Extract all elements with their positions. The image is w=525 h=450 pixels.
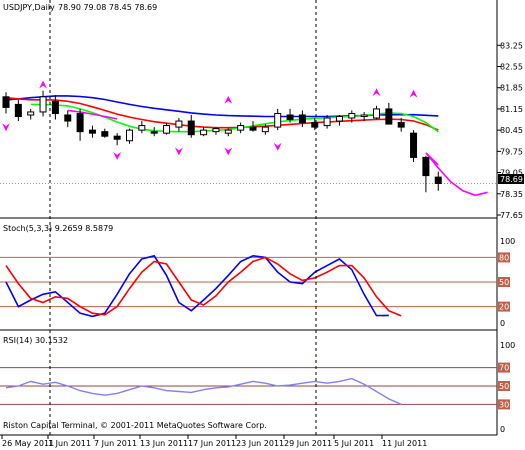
rsi-panel: RSI(14) 30.1532 70 50 30 100 0 Riston Capit… [0, 336, 515, 434]
time-tick-label: 29 Jun 2011 [284, 439, 332, 448]
time-tick-label: 17 Jun 2011 [188, 439, 236, 448]
stoch-level-label: 20 [499, 303, 509, 312]
candle-body-up [360, 114, 368, 117]
candle-body-up [335, 116, 343, 122]
candle-body-up [27, 111, 35, 116]
price-tick-label: 82.55 [500, 62, 523, 71]
price-panel: USDJPY,Daily 78.90 79.08 78.45 78.69 83.… [0, 3, 524, 220]
candle-body-down [286, 114, 294, 121]
price-panel-title: USDJPY,Daily [3, 3, 55, 12]
candle-body-up [175, 120, 183, 128]
time-tick-label: 1 Jun 2011 [48, 439, 91, 448]
stoch-tick-100: 100 [500, 237, 515, 246]
fractal-up-marker [372, 88, 381, 97]
stochastic-panel: Stoch(5,3,3) 9.2659 8.5879 80 50 20 100 0 [0, 224, 515, 328]
time-axis-ticks: 26 May 20111 Jun 2011 7 Jun 2011 13 Jun 20… [1, 435, 427, 448]
candle-body-down [410, 132, 418, 158]
fractal-down-marker [273, 142, 282, 151]
rsi-level-label: 70 [499, 364, 509, 373]
candle-body-down [88, 129, 96, 134]
price-panel-ohlc: 78.90 79.08 78.45 78.69 [58, 3, 157, 12]
candle-body-up [323, 117, 331, 127]
candle-body-up [163, 125, 171, 134]
fractal-down-marker [113, 151, 122, 160]
rsi-tick-0: 0 [500, 425, 505, 434]
rsi-levels: 70 50 30 [0, 362, 510, 410]
price-tick-label: 80.45 [500, 126, 523, 135]
time-tick-label: 5 Jul 2011 [334, 439, 374, 448]
price-tick-label: 79.75 [500, 147, 523, 156]
candle-body-down [397, 122, 405, 128]
candle-body-up [373, 108, 380, 119]
candle-body-down [422, 156, 430, 177]
stochastic-lines [5, 254, 402, 318]
fractal-up-marker [39, 80, 48, 89]
time-tick-label: 13 Jun 2011 [140, 439, 188, 448]
candle-body-down [51, 100, 59, 114]
candle-body-up [39, 96, 47, 113]
time-tick-label: 11 Jul 2011 [382, 439, 427, 448]
candle-body-down [187, 120, 195, 136]
price-tick-label: 83.25 [500, 41, 523, 50]
fractal-down-marker [174, 147, 183, 156]
candle-body-up [261, 126, 269, 133]
candle-body-up [126, 129, 133, 142]
time-tick-label: 26 May 2011 [2, 439, 54, 448]
trading-chart: USDJPY,Daily 78.90 79.08 78.45 78.69 83.… [0, 0, 524, 448]
time-tick-label: 7 Jun 2011 [94, 439, 137, 448]
candle-body-down [150, 131, 158, 134]
candle-body-down [434, 176, 442, 184]
candle-body-down [64, 114, 72, 122]
candle-body-up [200, 129, 208, 136]
price-tick-label: 77.65 [500, 211, 523, 220]
time-tick-label: 23 Jun 2011 [236, 439, 284, 448]
rsi-tick-100: 100 [500, 341, 515, 350]
fractal-up-marker [224, 95, 233, 104]
candle-body-down [113, 135, 121, 140]
candle-body-up [348, 112, 356, 119]
candle-body-down [249, 126, 257, 131]
price-axis-ticks: 83.2582.5581.8581.1580.4579.7579.0578.35… [497, 41, 523, 220]
stochastic-title: Stoch(5,3,3) 9.2659 8.5879 [3, 224, 113, 233]
rsi-level-label: 50 [499, 382, 509, 391]
candle-body-down [298, 114, 306, 124]
rsi-lines [5, 377, 402, 406]
price-tick-label: 81.15 [500, 105, 523, 114]
candle-body-down [14, 103, 22, 117]
stoch-level-label: 50 [499, 278, 509, 287]
candle-body-down [311, 122, 319, 128]
fractal-up-marker [409, 89, 418, 98]
candle-body-up [138, 125, 146, 131]
candle-body-up [224, 129, 232, 134]
stoch-line-signal [5, 256, 402, 317]
rsi-line [5, 377, 402, 406]
fractal-down-marker [2, 123, 10, 132]
candle-body-down [385, 108, 393, 125]
magenta-tail-line [425, 152, 488, 197]
price-tick-label: 81.85 [500, 84, 523, 93]
current-price-marker: 78.69 [498, 174, 524, 184]
rsi-title: RSI(14) 30.1532 [3, 336, 68, 345]
candle-body-down [2, 96, 10, 108]
candle-body-down [101, 131, 109, 137]
copyright-text: Riston Capital Terminal, © 2001-2011 Met… [3, 421, 267, 430]
fractal-down-marker [224, 147, 233, 156]
stoch-tick-0: 0 [500, 319, 505, 328]
candle-body-up [237, 125, 245, 131]
stoch-level-label: 80 [499, 253, 509, 262]
rsi-level-label: 30 [499, 400, 509, 409]
chart-frame [0, 0, 498, 436]
price-tick-label: 78.35 [500, 190, 523, 199]
stoch-line-main [5, 254, 389, 318]
candle-body-down [76, 112, 84, 133]
current-price-label: 78.69 [500, 175, 523, 184]
candle-body-up [212, 128, 220, 133]
candle-body-up [274, 112, 282, 128]
